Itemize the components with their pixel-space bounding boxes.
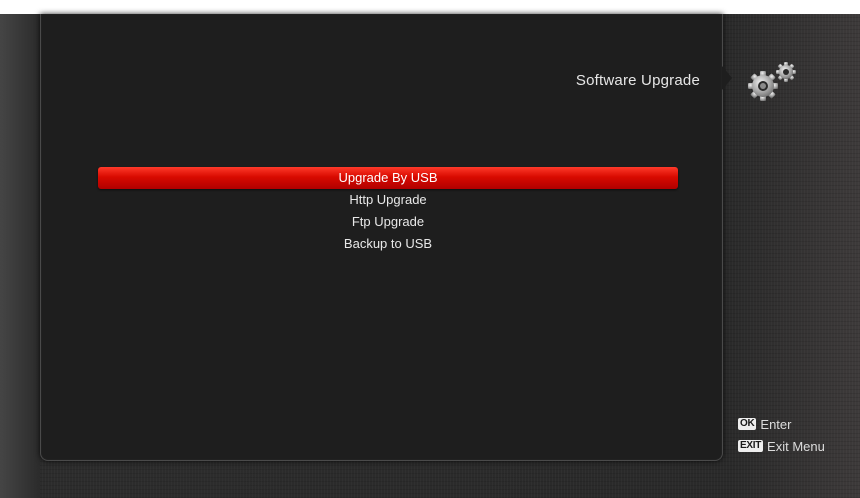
hint-exit-label: Exit Menu [767,438,825,454]
menu-item-backup-to-usb[interactable]: Backup to USB [98,233,678,255]
page-title: Software Upgrade [575,72,700,89]
menu-item-ftp-upgrade[interactable]: Ftp Upgrade [98,211,678,233]
hint-enter-label: Enter [760,416,792,432]
screen-edge-shade [0,14,40,498]
gears-icon [744,60,804,104]
menu-item-http-upgrade[interactable]: Http Upgrade [98,189,678,211]
menu-panel: Software Upgrade Upgrade By USB Http Upg… [40,14,723,461]
top-strip [0,0,860,14]
exit-key-icon: EXIT [738,440,764,452]
hint-exit: EXIT Exit Menu [738,435,858,457]
hint-enter: OK Enter [738,413,858,435]
menu-item-upgrade-by-usb[interactable]: Upgrade By USB [98,167,678,189]
footer-hints: OK Enter EXIT Exit Menu [738,413,858,457]
title-pointer [722,66,732,90]
ok-key-icon: OK [738,418,757,430]
menu-list: Upgrade By USB Http Upgrade Ftp Upgrade … [98,167,678,255]
